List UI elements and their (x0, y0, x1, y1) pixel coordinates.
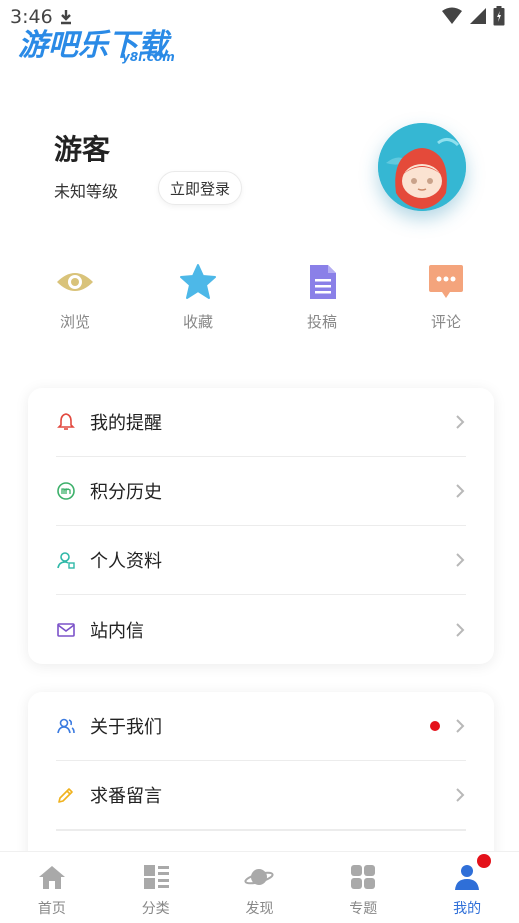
chevron-right-icon (456, 622, 465, 637)
mail-icon (57, 622, 75, 637)
status-right (441, 6, 505, 26)
avatar[interactable] (378, 123, 466, 211)
menu-item-label: 求番留言 (90, 786, 162, 807)
quick-action-label: 评论 (430, 313, 461, 331)
user-icon (455, 865, 480, 890)
wifi-icon (442, 7, 462, 24)
menu-item-label: 我的提醒 (90, 413, 162, 434)
document-icon (310, 265, 336, 299)
comment-icon (429, 265, 463, 298)
pencil-icon (58, 788, 73, 803)
watermark-logo: 游吧乐下载 y8l.com (18, 20, 188, 68)
home-icon (38, 866, 65, 889)
nav-home[interactable]: 首页 (0, 852, 104, 923)
menu-item-reminders[interactable]: 我的提醒 (56, 388, 466, 457)
watermark-sub: y8l.com (122, 50, 175, 64)
quick-action-label: 浏览 (59, 313, 90, 331)
profile-level: 未知等级 (54, 182, 119, 201)
menu-item-about-us[interactable]: 关于我们 (56, 692, 466, 761)
profile-icon (57, 552, 75, 569)
chevron-right-icon (456, 553, 465, 567)
menu-card-about: 关于我们 求番留言 (28, 692, 494, 872)
nav-topics[interactable]: 专题 (311, 852, 415, 923)
eye-icon (57, 273, 93, 291)
menu-card-account: 我的提醒 积分历史 个人资料 站内信 (28, 388, 494, 664)
menu-item-request-message[interactable]: 求番留言 (56, 761, 466, 830)
profile-screen: 3:46 游吧乐下载 y8l.com 游客 未知等级 立即登录 浏览 收藏 投稿… (0, 0, 519, 923)
menu-item-points-history[interactable]: 积分历史 (56, 457, 466, 526)
nav-mine[interactable]: 我的 (415, 852, 519, 923)
menu-item-label: 站内信 (90, 620, 144, 642)
menu-item-label: 关于我们 (90, 717, 162, 738)
bell-icon (57, 413, 75, 430)
avatar-image (378, 123, 466, 211)
menu-item-messages[interactable]: 站内信 (56, 595, 466, 664)
chevron-right-icon (456, 788, 465, 802)
login-button[interactable]: 立即登录 (158, 171, 242, 205)
nav-label: 专题 (349, 901, 378, 917)
menu-divider (56, 830, 466, 831)
chevron-right-icon (456, 415, 465, 429)
profile-name: 游客 (54, 133, 111, 166)
menu-item-profile[interactable]: 个人资料 (56, 526, 466, 595)
users-icon (57, 718, 75, 734)
battery-icon (493, 6, 505, 26)
quick-action-browse[interactable]: 浏览 (35, 262, 115, 332)
chevron-right-icon (456, 719, 465, 733)
nav-label: 我的 (453, 901, 482, 917)
quick-action-label: 收藏 (182, 313, 213, 331)
star-icon (180, 264, 216, 299)
category-icon (143, 865, 169, 889)
quick-action-comment[interactable]: 评论 (406, 262, 486, 332)
quick-action-label: 投稿 (306, 313, 337, 331)
bottom-nav: 首页 分类 发现 专题 我的 (0, 851, 519, 923)
chevron-right-icon (456, 484, 465, 498)
menu-item-label: 个人资料 (90, 551, 162, 572)
quick-action-favorite[interactable]: 收藏 (158, 262, 238, 332)
planet-icon (244, 869, 275, 885)
nav-badge (477, 854, 492, 868)
menu-item-label: 积分历史 (90, 482, 162, 503)
points-icon (57, 482, 75, 500)
nav-discover[interactable]: 发现 (208, 852, 312, 923)
grid-icon (351, 865, 376, 889)
signal-icon (470, 8, 486, 24)
nav-label: 发现 (245, 901, 274, 917)
nav-label: 分类 (141, 901, 170, 917)
nav-category[interactable]: 分类 (104, 852, 208, 923)
notification-dot (430, 721, 440, 731)
quick-action-submit[interactable]: 投稿 (282, 262, 362, 332)
nav-label: 首页 (37, 901, 66, 917)
